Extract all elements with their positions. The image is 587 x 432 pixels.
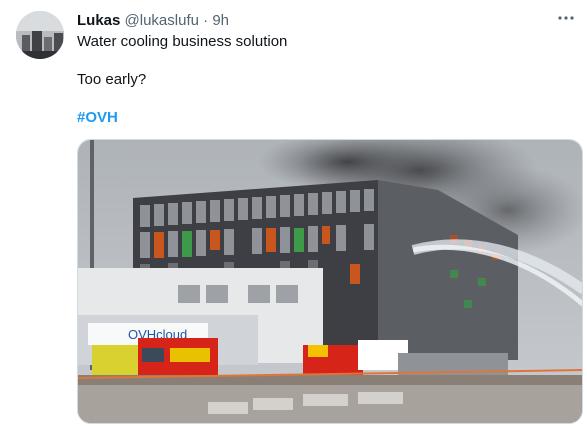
timestamp[interactable]: 9h xyxy=(212,12,229,29)
tweet-text-line-2: Too early? xyxy=(77,71,147,88)
avatar-image xyxy=(16,11,64,59)
tweet[interactable]: Lukas @lukaslufu · 9h Water cooling busi… xyxy=(0,0,587,432)
tweet-header: Lukas @lukaslufu · 9h xyxy=(77,11,229,31)
more-options-icon[interactable] xyxy=(556,8,576,28)
author-handle[interactable]: @lukaslufu xyxy=(125,12,199,29)
hashtag-link[interactable]: #OVH xyxy=(77,108,118,128)
fire-datacenter-photo: OVHcloud xyxy=(78,140,582,423)
avatar[interactable] xyxy=(16,11,64,59)
tweet-photo[interactable]: OVHcloud xyxy=(77,139,583,424)
author-name[interactable]: Lukas xyxy=(77,12,120,29)
separator-dot: · xyxy=(203,12,209,29)
tweet-text-line-1: Water cooling business solution xyxy=(77,33,288,50)
